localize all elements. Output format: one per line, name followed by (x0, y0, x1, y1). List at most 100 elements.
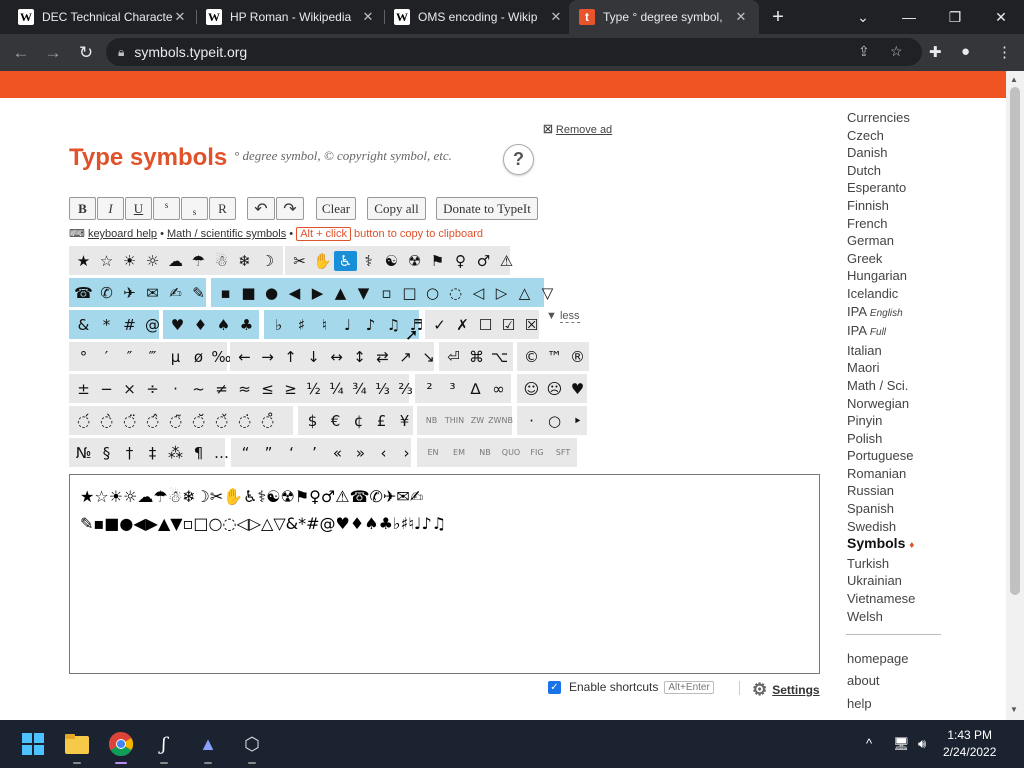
sidebar-link-about[interactable]: about (847, 670, 908, 692)
language-link[interactable]: Dutch (847, 162, 915, 180)
symbol-key[interactable]: ≤ (256, 375, 279, 403)
symbol-key[interactable]: ⇄ (371, 343, 394, 371)
italic-button[interactable]: I (97, 197, 124, 220)
symbol-key[interactable]: ZWNB (488, 416, 513, 426)
subscript-button[interactable]: s (181, 197, 208, 220)
language-link[interactable]: Spanish (847, 500, 915, 518)
symbol-key[interactable]: · (520, 407, 543, 435)
symbol-key[interactable]: ↗ (394, 343, 417, 371)
sidebar-link-homepage[interactable]: homepage (847, 648, 908, 670)
symbol-key[interactable]: ² (418, 375, 441, 403)
symbol-key[interactable]: ☑ (497, 311, 520, 339)
sidebar-link-help[interactable]: help (847, 693, 908, 715)
language-link[interactable]: Vietnamese (847, 590, 915, 608)
symbol-key[interactable]: › (395, 439, 418, 467)
symbol-key[interactable]: ▼ (352, 279, 375, 307)
symbol-key[interactable]: ♣ (235, 311, 258, 339)
symbol-key[interactable]: ◌̀ (95, 407, 118, 435)
symbol-key[interactable]: ☐ (474, 311, 497, 339)
language-link[interactable]: IPA English (847, 303, 915, 323)
minimize-button[interactable]: — (886, 0, 932, 34)
less-toggle[interactable]: ▼ less (546, 310, 580, 323)
symbol-key[interactable]: ✓ (428, 311, 451, 339)
symbol-key[interactable]: SFT (550, 448, 576, 458)
symbol-key[interactable]: ¼ (325, 375, 348, 403)
back-icon[interactable]: ← (10, 43, 32, 63)
symbol-key[interactable]: ← (233, 343, 256, 371)
language-link[interactable]: French (847, 215, 915, 233)
symbol-key[interactable]: ◌ (444, 279, 467, 307)
donate-button[interactable]: Donate to TypeIt (436, 197, 538, 220)
symbol-key[interactable]: © (520, 343, 543, 371)
symbol-key[interactable]: FIG (524, 448, 550, 458)
symbol-key[interactable]: ☂ (187, 247, 210, 275)
extensions-icon[interactable]: ✚ (929, 43, 942, 61)
scroll-up-icon[interactable]: ▲ (1010, 75, 1018, 84)
symbol-key[interactable]: ⅔ (394, 375, 417, 403)
symbol-key[interactable]: ▪ (214, 279, 237, 307)
symbol-key[interactable]: ♮ (313, 311, 336, 339)
settings-link[interactable]: ⚙ Settings (752, 680, 820, 700)
symbol-key[interactable]: ❄ (233, 247, 256, 275)
symbol-key[interactable]: ½ (302, 375, 325, 403)
language-link[interactable]: Greek (847, 250, 915, 268)
language-link[interactable]: Icelandic (847, 285, 915, 303)
symbol-key[interactable]: & (72, 311, 95, 339)
close-window-button[interactable]: ✕ (978, 0, 1024, 34)
symbol-key[interactable]: ☎ (72, 279, 95, 307)
symbol-key[interactable]: ✉ (141, 279, 164, 307)
symbol-key[interactable]: ✗ (451, 311, 474, 339)
symbol-key[interactable]: ™ (543, 343, 566, 371)
symbol-key[interactable]: ◌̇ (233, 407, 256, 435)
symbol-key[interactable]: ✆ (95, 279, 118, 307)
symbol-key[interactable]: ∞ (487, 375, 510, 403)
symbol-key[interactable]: ▲ (329, 279, 352, 307)
network-icon[interactable]: 🖥︎ (893, 736, 910, 752)
language-link[interactable]: IPA Full (847, 322, 915, 342)
language-link[interactable]: Portuguese (847, 447, 915, 465)
symbol-key[interactable]: ³ (441, 375, 464, 403)
symbol-key[interactable]: ⌥ (488, 343, 511, 371)
symbol-key[interactable]: ↕ (348, 343, 371, 371)
language-link[interactable]: Maori (847, 359, 915, 377)
symbol-key[interactable]: № (72, 439, 95, 467)
symbol-key[interactable]: □ (398, 279, 421, 307)
browser-tab-1[interactable]: W DEC Technical Characte ✕ (8, 0, 198, 34)
symbol-key[interactable]: ✋ (311, 247, 334, 275)
windows-start-icon[interactable] (19, 730, 47, 758)
language-link[interactable]: Russian (847, 482, 915, 500)
close-tab-icon[interactable]: ✕ (360, 9, 376, 25)
symbol-key[interactable]: ☆ (95, 247, 118, 275)
symbol-key[interactable]: ⚠ (495, 247, 518, 275)
symbol-key[interactable]: ■ (237, 279, 260, 307)
symbol-key[interactable]: ♯ (290, 311, 313, 339)
symbol-key[interactable]: ≥ (279, 375, 302, 403)
symbol-key[interactable]: ◌̃ (164, 407, 187, 435)
symbol-key[interactable]: ‹ (372, 439, 395, 467)
symbol-key[interactable]: ♫ (382, 311, 405, 339)
symbol-key[interactable]: ◁ (467, 279, 490, 307)
symbol-key[interactable]: @ (141, 311, 164, 339)
symbol-key[interactable]: ♥ (566, 375, 589, 403)
symbol-key[interactable]: ☹ (543, 375, 566, 403)
symbol-key[interactable]: $ (301, 407, 324, 435)
symbol-key[interactable]: … (210, 439, 233, 467)
symbol-key[interactable]: △ (513, 279, 536, 307)
symbol-key[interactable]: ☒ (520, 311, 543, 339)
regular-button[interactable]: R (209, 197, 236, 220)
symbol-key[interactable]: ZW (466, 416, 489, 426)
symbol-key[interactable]: ″ (118, 343, 141, 371)
symbol-key[interactable]: ¶ (187, 439, 210, 467)
symbol-key[interactable]: ‘ (280, 439, 303, 467)
symbol-key[interactable]: ★ (72, 247, 95, 275)
symbol-key[interactable]: ♦ (189, 311, 212, 339)
symbol-key[interactable]: ø (187, 343, 210, 371)
symbol-key[interactable]: NB (420, 416, 443, 426)
address-bar[interactable]: 🔒︎ symbols.typeit.org ⇪ ☆ (106, 38, 922, 66)
symbol-key[interactable]: § (95, 439, 118, 467)
symbol-key[interactable]: ○ (543, 407, 566, 435)
symbol-key[interactable]: EN (420, 448, 446, 458)
symbol-key[interactable]: → (256, 343, 279, 371)
tab-search-button[interactable]: ⌄ (840, 0, 886, 34)
language-link[interactable]: Czech (847, 127, 915, 145)
